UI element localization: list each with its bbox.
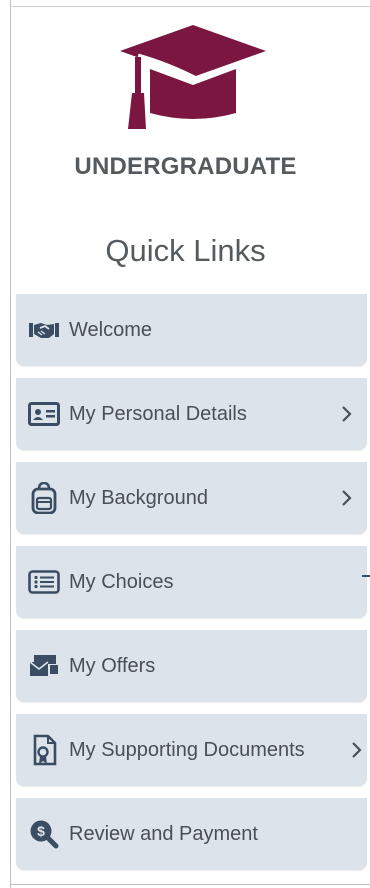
quick-links-heading: Quick Links xyxy=(105,233,266,268)
id-card-icon xyxy=(27,397,61,431)
payment-search-icon: $ xyxy=(27,817,61,851)
graduation-cap-icon xyxy=(118,25,268,130)
nav-item-offers[interactable]: My Offers xyxy=(16,630,367,702)
chevron-right-icon xyxy=(342,406,352,422)
sidebar: UNDERGRADUATE Quick Links Welcome My Per… xyxy=(11,7,370,884)
brand-title: UNDERGRADUATE xyxy=(74,153,297,180)
handshake-icon xyxy=(27,313,61,347)
nav-item-background[interactable]: My Background xyxy=(16,462,367,534)
nav-item-personal-details[interactable]: My Personal Details xyxy=(16,378,367,450)
chevron-right-icon xyxy=(352,742,362,758)
envelope-icon xyxy=(27,649,61,683)
nav-label-offers: My Offers xyxy=(69,654,156,677)
nav-item-supporting-documents[interactable]: My Supporting Documents xyxy=(16,714,367,786)
nav-label-background: My Background xyxy=(69,486,208,509)
nav-item-review-payment[interactable]: $ Review and Payment xyxy=(16,798,367,870)
dash-marker xyxy=(362,575,370,577)
nav-label-review-payment: Review and Payment xyxy=(69,822,258,845)
nav-label-choices: My Choices xyxy=(69,570,174,593)
nav-item-welcome[interactable]: Welcome xyxy=(16,294,367,366)
bottom-border xyxy=(10,884,370,885)
nav-label-personal-details: My Personal Details xyxy=(69,402,247,425)
svg-text:$: $ xyxy=(37,823,45,839)
list-icon xyxy=(27,565,61,599)
nav-item-choices[interactable]: My Choices xyxy=(16,546,367,618)
document-badge-icon xyxy=(27,733,61,767)
backpack-icon xyxy=(27,481,61,515)
nav-label-welcome: Welcome xyxy=(69,318,152,341)
nav-label-supporting-documents: My Supporting Documents xyxy=(69,738,305,761)
chevron-right-icon xyxy=(342,490,352,506)
